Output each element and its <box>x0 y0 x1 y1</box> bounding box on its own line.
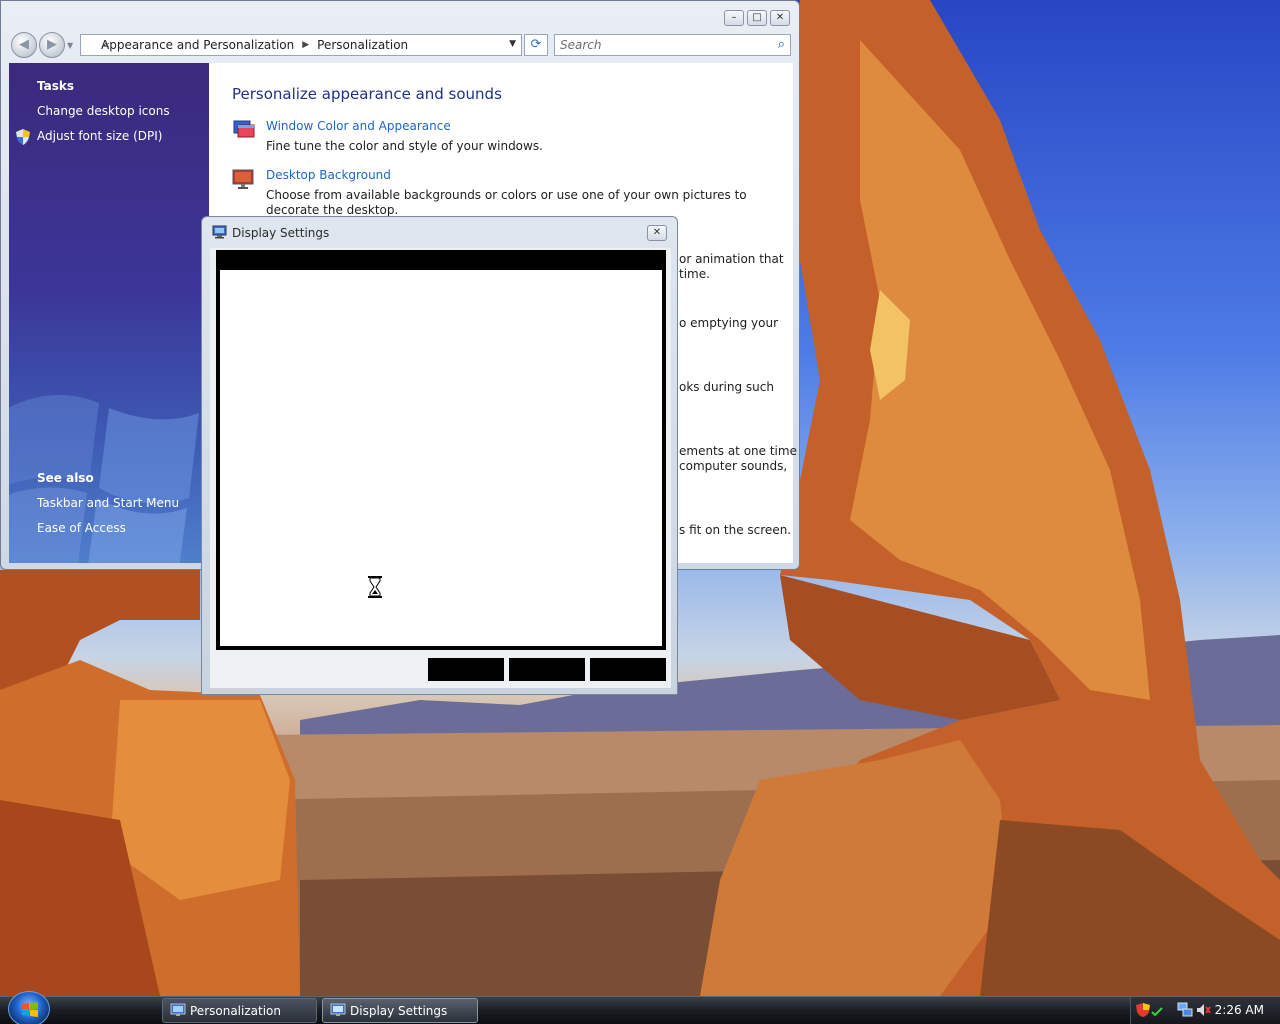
desktop-background-description: Choose from available backgrounds or col… <box>266 188 747 217</box>
recent-pages-chevron-icon[interactable]: ▼ <box>67 41 73 50</box>
windows-logo-icon <box>22 1002 38 1017</box>
dialog-close-button[interactable]: ✕ <box>647 225 667 241</box>
mouse-pointers-description-fragment: oks during such <box>679 380 774 394</box>
tasks-header: Tasks <box>37 79 75 93</box>
dialog-content-area <box>216 270 666 650</box>
address-bar[interactable]: « Appearance and Personalization ▶ Perso… <box>80 34 522 56</box>
desktop-background-link[interactable]: Desktop Background <box>266 168 391 182</box>
dialog-title: Display Settings <box>232 226 330 240</box>
refresh-button[interactable]: ⟳ <box>524 34 548 56</box>
close-button[interactable]: ✕ <box>770 10 790 26</box>
page-title: Personalize appearance and sounds <box>232 85 502 103</box>
change-desktop-icons-link[interactable]: Change desktop icons <box>37 104 170 118</box>
uac-shield-icon <box>16 129 30 145</box>
window-color-description: Fine tune the color and style of your wi… <box>266 139 543 153</box>
volume-icon[interactable] <box>1195 1002 1211 1018</box>
task-pane: Tasks Change desktop icons Adjust font s… <box>9 63 209 563</box>
security-check-icon <box>1151 1007 1163 1017</box>
taskbar: Personalization Display Settings 2:26 AM <box>0 991 1280 1024</box>
display-settings-description-fragment: s fit on the screen. <box>679 523 792 537</box>
clock[interactable]: 2:26 AM <box>1215 1003 1264 1017</box>
screen-saver-description-fragment: or animation that time. <box>679 252 784 281</box>
security-shield-icon[interactable] <box>1135 1002 1151 1018</box>
window-color-link[interactable]: Window Color and Appearance <box>266 119 451 133</box>
desktop-background-icon[interactable] <box>232 167 256 191</box>
taskbar-item-label: Display Settings <box>350 1004 448 1018</box>
dialog-header-bar <box>216 250 666 272</box>
notification-area: 2:26 AM <box>1130 997 1280 1024</box>
ease-of-access-link[interactable]: Ease of Access <box>37 521 126 535</box>
display-settings-dialog: Display Settings ✕ <box>201 216 678 695</box>
sounds-description-fragment: o emptying your <box>679 316 779 330</box>
start-button[interactable] <box>8 991 50 1024</box>
personalization-icon <box>170 1003 186 1016</box>
adjust-font-size-link[interactable]: Adjust font size (DPI) <box>37 129 162 143</box>
display-settings-icon <box>212 225 227 239</box>
display-settings-icon <box>330 1003 346 1016</box>
hourglass-cursor-icon <box>368 576 382 598</box>
minimize-button[interactable]: – <box>724 10 744 26</box>
cancel-button[interactable] <box>509 658 585 681</box>
search-placeholder: Search <box>560 38 602 52</box>
taskbar-item-display-settings[interactable]: Display Settings <box>322 998 478 1023</box>
window-color-icon[interactable] <box>232 117 256 141</box>
back-button[interactable]: ◀ <box>11 32 37 58</box>
ok-button[interactable] <box>428 658 504 681</box>
theme-description-fragment: ements at one time computer sounds, <box>679 444 797 473</box>
taskbar-item-personalization[interactable]: Personalization <box>162 998 317 1023</box>
breadcrumb-appearance[interactable]: Appearance and Personalization <box>101 38 294 52</box>
taskbar-item-label: Personalization <box>190 1004 281 1018</box>
network-icon[interactable] <box>1177 1002 1193 1018</box>
taskbar-start-menu-link[interactable]: Taskbar and Start Menu <box>37 496 179 510</box>
forward-button[interactable]: ▶ <box>39 32 65 58</box>
maximize-button[interactable]: □ <box>747 10 767 26</box>
dialog-body <box>210 248 671 688</box>
apply-button[interactable] <box>590 658 666 681</box>
overflow-chevron-icon: « <box>103 38 110 51</box>
see-also-header: See also <box>37 471 94 485</box>
search-input[interactable]: Search ⌕ <box>554 34 791 56</box>
address-dropdown-icon[interactable]: ▼ <box>509 39 516 49</box>
breadcrumb-personalization[interactable]: Personalization <box>317 38 408 52</box>
breadcrumb-separator-icon[interactable]: ▶ <box>302 40 309 50</box>
search-icon[interactable]: ⌕ <box>778 37 785 52</box>
